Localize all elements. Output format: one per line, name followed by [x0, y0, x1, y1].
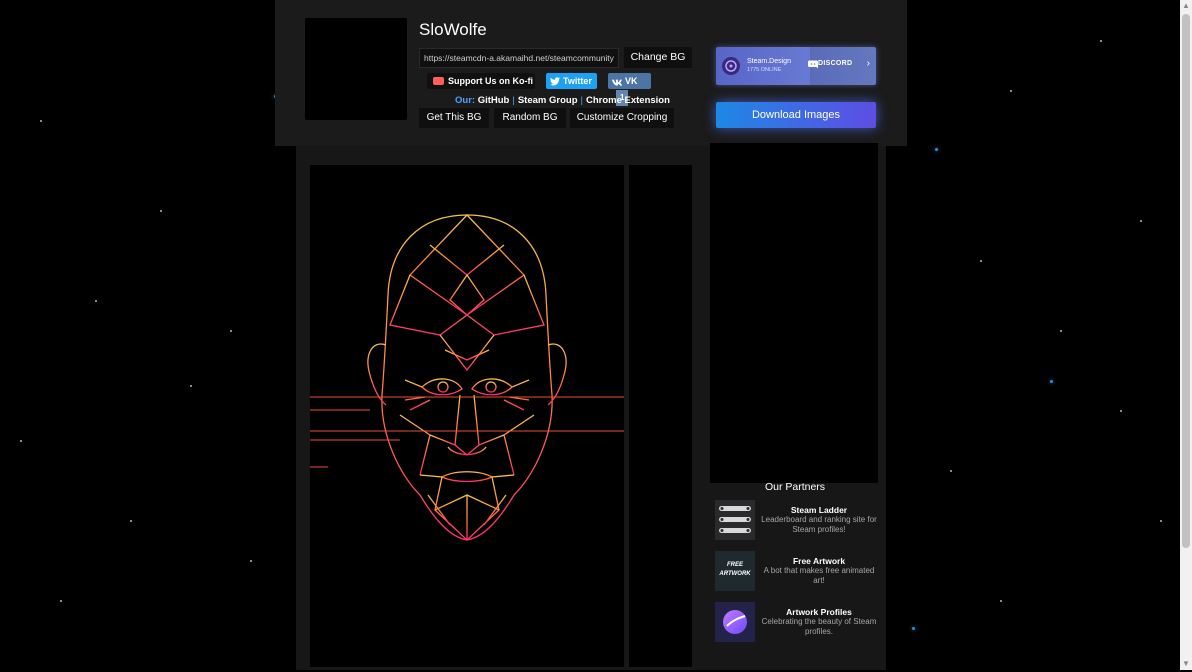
- links-separator: |: [580, 95, 583, 106]
- vk-logo-icon: [612, 79, 622, 86]
- links-separator: |: [512, 95, 515, 106]
- get-this-bg-button[interactable]: Get This BG: [419, 108, 489, 128]
- free-artwork-logo-text: FREE ARTWORK: [719, 562, 751, 577]
- twitter-bird-icon: [550, 77, 560, 86]
- project-links: Our: GitHub | Steam Group | Chrome Extension: [455, 95, 670, 106]
- background-preview-side: [629, 165, 692, 667]
- vk-label: VK: [625, 76, 638, 86]
- partner-description: A bot that makes free animated art!: [763, 566, 875, 585]
- change-bg-button[interactable]: Change BG: [624, 47, 692, 68]
- partner-title: Free Artwork: [792, 556, 846, 566]
- scroll-up-icon[interactable]: ▲: [1180, 0, 1192, 12]
- background-url-input[interactable]: [419, 48, 619, 68]
- links-prefix: Our:: [455, 95, 476, 106]
- ad-slot: [710, 143, 878, 483]
- kofi-cup-icon: [433, 77, 444, 85]
- scrollbar-thumb[interactable]: [1182, 14, 1190, 548]
- chevron-right-icon: ›: [866, 58, 870, 69]
- username: SloWolfe: [419, 20, 487, 39]
- partner-artwork-profiles[interactable]: Artwork Profiles Celebrating the beauty …: [715, 602, 880, 642]
- discord-server-name: Steam.Design: [747, 58, 791, 65]
- steam-design-logo-icon: [722, 57, 740, 75]
- kofi-label: Support Us on Ko-fi: [448, 76, 533, 86]
- artwork-profiles-logo-icon: [715, 602, 755, 642]
- partner-title: Steam Ladder: [790, 505, 848, 515]
- free-artwork-logo-icon: FREE ARTWORK: [715, 551, 755, 591]
- kofi-button[interactable]: Support Us on Ko-fi: [427, 73, 535, 89]
- download-images-button[interactable]: Download Images: [716, 102, 876, 128]
- twitter-button[interactable]: Twitter: [546, 73, 597, 89]
- background-preview-main: [310, 165, 624, 667]
- discord-join: DISCORD ›: [808, 47, 876, 85]
- steam-group-link[interactable]: Steam Group: [518, 95, 578, 106]
- discord-widget[interactable]: Steam.Design 1775 ONLINE DISCORD ›: [716, 47, 876, 85]
- random-bg-button[interactable]: Random BG: [494, 108, 566, 128]
- customize-cropping-button[interactable]: Customize Cropping: [570, 108, 674, 128]
- partners-title: Our Partners: [764, 481, 826, 493]
- chrome-extension-link[interactable]: Chrome Extension: [586, 95, 670, 106]
- discord-icon: [808, 60, 818, 69]
- partner-steam-ladder[interactable]: Steam Ladder Leaderboard and ranking sit…: [715, 500, 880, 540]
- page-scrollbar[interactable]: ▲ ▼: [1180, 0, 1192, 670]
- face-artwork: [310, 214, 624, 541]
- avatar: [305, 18, 407, 120]
- github-link[interactable]: GitHub: [478, 95, 510, 106]
- twitter-label: Twitter: [563, 76, 592, 86]
- scroll-down-icon[interactable]: ▼: [1180, 658, 1192, 670]
- partner-description: Celebrating the beauty of Steam profiles…: [761, 617, 877, 636]
- partner-title: Artwork Profiles: [786, 607, 852, 617]
- partner-free-artwork[interactable]: FREE ARTWORK Free Artwork A bot that mak…: [715, 551, 880, 591]
- vk-button[interactable]: VK1: [608, 73, 651, 106]
- discord-label: DISCORD: [818, 60, 853, 67]
- discord-online-count: 1775 ONLINE: [747, 67, 782, 73]
- steam-ladder-logo-icon: [715, 500, 755, 540]
- partner-description: Leaderboard and ranking site for Steam p…: [761, 515, 877, 534]
